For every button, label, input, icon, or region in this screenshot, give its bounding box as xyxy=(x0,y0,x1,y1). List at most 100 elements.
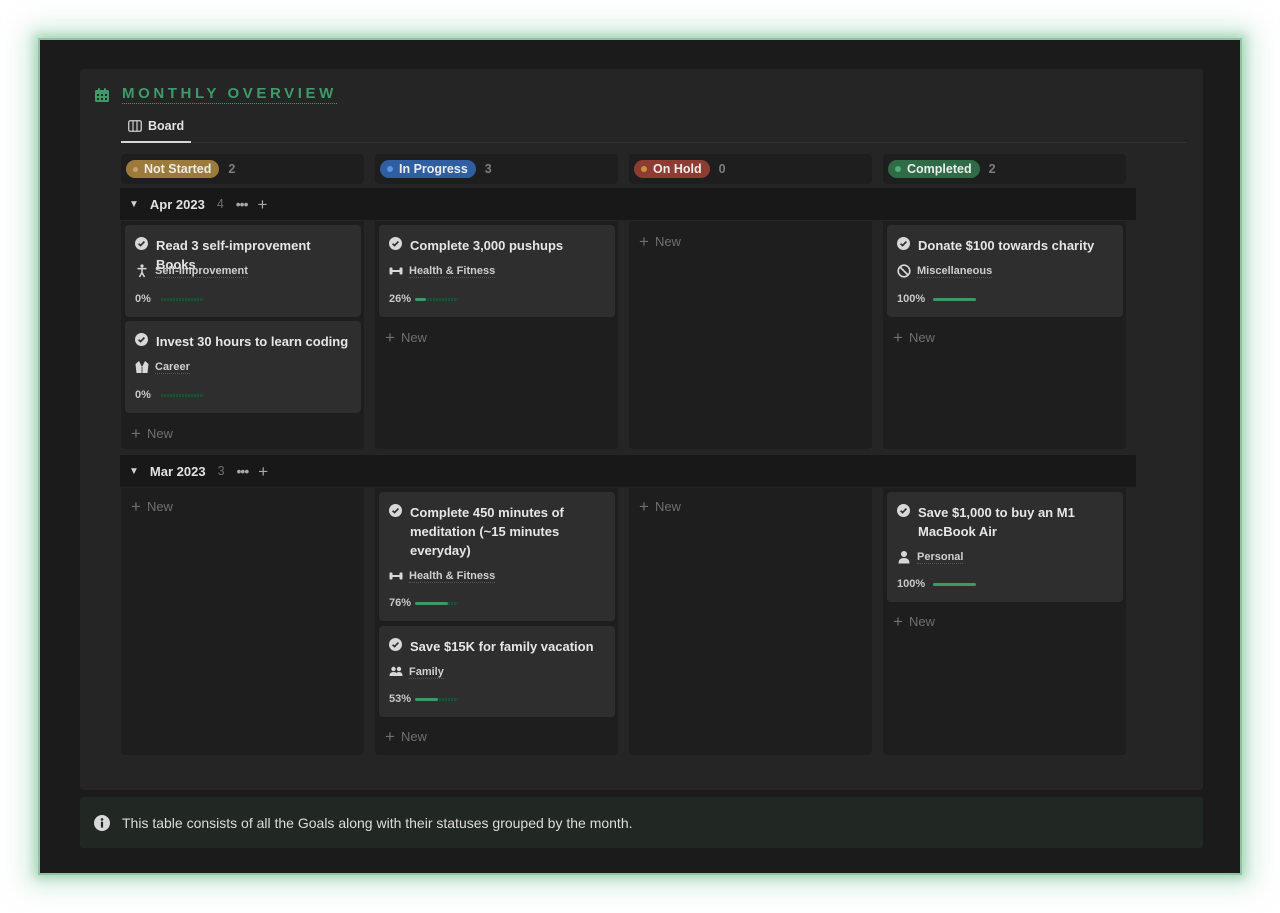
dumbbell-icon xyxy=(389,267,403,275)
new-card-button[interactable]: + New xyxy=(893,329,935,346)
goal-card[interactable]: Complete 450 minutes of meditation (~15 … xyxy=(379,492,615,621)
plus-icon: + xyxy=(893,328,903,347)
goal-card[interactable]: Complete 3,000 pushups Health & Fitness … xyxy=(379,225,615,317)
check-circle-icon xyxy=(389,638,402,651)
more-options-icon[interactable]: ••• xyxy=(237,463,250,479)
new-card-button[interactable]: + New xyxy=(385,728,427,745)
group-title: Mar 2023 xyxy=(149,463,206,479)
progress-percent: 100% xyxy=(897,578,926,590)
check-circle-icon xyxy=(897,504,910,517)
column-label: In Progress xyxy=(399,162,468,176)
progress-bar xyxy=(933,582,976,586)
cell-apr-completed: Donate $100 towards charity Miscellaneou… xyxy=(883,221,1126,449)
status-dot xyxy=(895,166,901,172)
new-card-button[interactable]: + New xyxy=(893,613,935,630)
column-header-not-started[interactable]: Not Started 2 xyxy=(121,154,364,184)
goal-title: Invest 30 hours to learn coding xyxy=(156,334,349,349)
goal-title: Save $1,000 to buy an M1 MacBook Air xyxy=(918,505,1075,539)
info-callout: This table consists of all the Goals alo… xyxy=(80,797,1203,848)
new-label: New xyxy=(908,614,935,629)
dumbbell-icon xyxy=(389,572,403,580)
new-label: New xyxy=(400,330,427,345)
column-header-on-hold[interactable]: On Hold 0 xyxy=(629,154,872,184)
group-count: 3 xyxy=(217,464,225,478)
info-icon xyxy=(94,814,110,831)
progress-bar xyxy=(415,601,458,605)
goal-title: Donate $100 towards charity xyxy=(918,238,1095,253)
progress-percent: 0% xyxy=(135,293,151,305)
status-pill-completed: Completed xyxy=(888,160,980,178)
progress-percent: 0% xyxy=(135,389,151,401)
new-label: New xyxy=(146,426,173,441)
goal-card[interactable]: Invest 30 hours to learn coding Career 0… xyxy=(125,321,361,413)
new-label: New xyxy=(908,330,935,345)
cell-mar-completed: Save $1,000 to buy an M1 MacBook Air Per… xyxy=(883,488,1126,755)
plus-icon: + xyxy=(893,612,903,631)
new-label: New xyxy=(654,499,681,514)
plus-icon: + xyxy=(639,232,649,251)
plus-icon: + xyxy=(131,497,141,516)
new-card-button[interactable]: + New xyxy=(639,233,681,250)
status-dot xyxy=(387,166,393,172)
callout-text: This table consists of all the Goals alo… xyxy=(122,814,633,831)
group-header-apr-2023: ▼ Apr 2023 4 ••• + xyxy=(120,188,1136,220)
more-options-icon[interactable]: ••• xyxy=(236,196,249,212)
board-columns-icon xyxy=(128,120,142,132)
check-circle-icon xyxy=(389,504,402,517)
goal-category: Health & Fitness xyxy=(409,264,496,278)
cell-apr-on-hold: + New xyxy=(629,221,872,449)
progress-percent: 76% xyxy=(389,597,412,609)
goal-category: Miscellaneous xyxy=(917,264,993,278)
progress-bar-fill xyxy=(933,297,976,301)
column-count: 0 xyxy=(718,162,726,176)
plus-icon: + xyxy=(385,328,395,347)
new-card-button[interactable]: + New xyxy=(131,425,173,442)
status-pill-on-hold: On Hold xyxy=(634,160,710,178)
goal-card[interactable]: Save $1,000 to buy an M1 MacBook Air Per… xyxy=(887,492,1123,602)
cell-mar-not-started: + New xyxy=(121,488,364,755)
cell-apr-not-started: Read 3 self-improvement Books Self-Impro… xyxy=(121,221,364,449)
group-count: 4 xyxy=(216,197,224,211)
group-title: Apr 2023 xyxy=(149,196,205,212)
tab-board[interactable]: Board xyxy=(121,117,192,143)
progress-bar xyxy=(415,297,458,301)
suit-jacket-icon xyxy=(135,361,149,373)
new-card-button[interactable]: + New xyxy=(385,329,427,346)
goal-card[interactable]: Donate $100 towards charity Miscellaneou… xyxy=(887,225,1123,317)
collapse-triangle-icon[interactable]: ▼ xyxy=(129,466,139,477)
column-header-completed[interactable]: Completed 2 xyxy=(883,154,1126,184)
database-title[interactable]: MONTHLY OVERVIEW xyxy=(94,85,337,104)
cell-apr-in-progress: Complete 3,000 pushups Health & Fitness … xyxy=(375,221,618,449)
goal-title: Complete 450 minutes of meditation (~15 … xyxy=(410,505,564,558)
collapse-triangle-icon[interactable]: ▼ xyxy=(129,199,139,210)
column-count: 2 xyxy=(988,162,996,176)
progress-bar xyxy=(161,393,204,397)
new-label: New xyxy=(146,499,173,514)
goal-card[interactable]: Save $15K for family vacation Family 53% xyxy=(379,626,615,717)
goal-title: Save $15K for family vacation xyxy=(410,639,594,654)
plus-icon: + xyxy=(639,497,649,516)
column-label: Completed xyxy=(907,162,972,176)
database-title-text: MONTHLY OVERVIEW xyxy=(122,85,337,104)
column-count: 3 xyxy=(484,162,492,176)
new-card-button[interactable]: + New xyxy=(131,498,173,515)
goal-category: Health & Fitness xyxy=(409,569,496,583)
prohibited-icon xyxy=(897,264,911,278)
add-icon[interactable]: + xyxy=(258,196,268,213)
progress-percent: 53% xyxy=(389,693,412,705)
column-label: Not Started xyxy=(144,162,212,176)
group-header-mar-2023: ▼ Mar 2023 3 ••• + xyxy=(120,455,1136,487)
goal-card[interactable]: Read 3 self-improvement Books Self-Impro… xyxy=(125,225,361,317)
progress-bar xyxy=(161,297,204,301)
people-icon xyxy=(389,666,403,676)
goal-category: Family xyxy=(409,665,444,679)
progress-bar xyxy=(415,697,458,701)
progress-bar-fill xyxy=(415,601,448,605)
add-icon[interactable]: + xyxy=(258,463,268,480)
column-header-in-progress[interactable]: In Progress 3 xyxy=(375,154,618,184)
new-card-button[interactable]: + New xyxy=(639,498,681,515)
plus-icon: + xyxy=(385,727,395,746)
check-circle-icon xyxy=(897,237,910,250)
check-circle-icon xyxy=(135,237,148,250)
status-pill-not-started: Not Started xyxy=(126,160,220,178)
